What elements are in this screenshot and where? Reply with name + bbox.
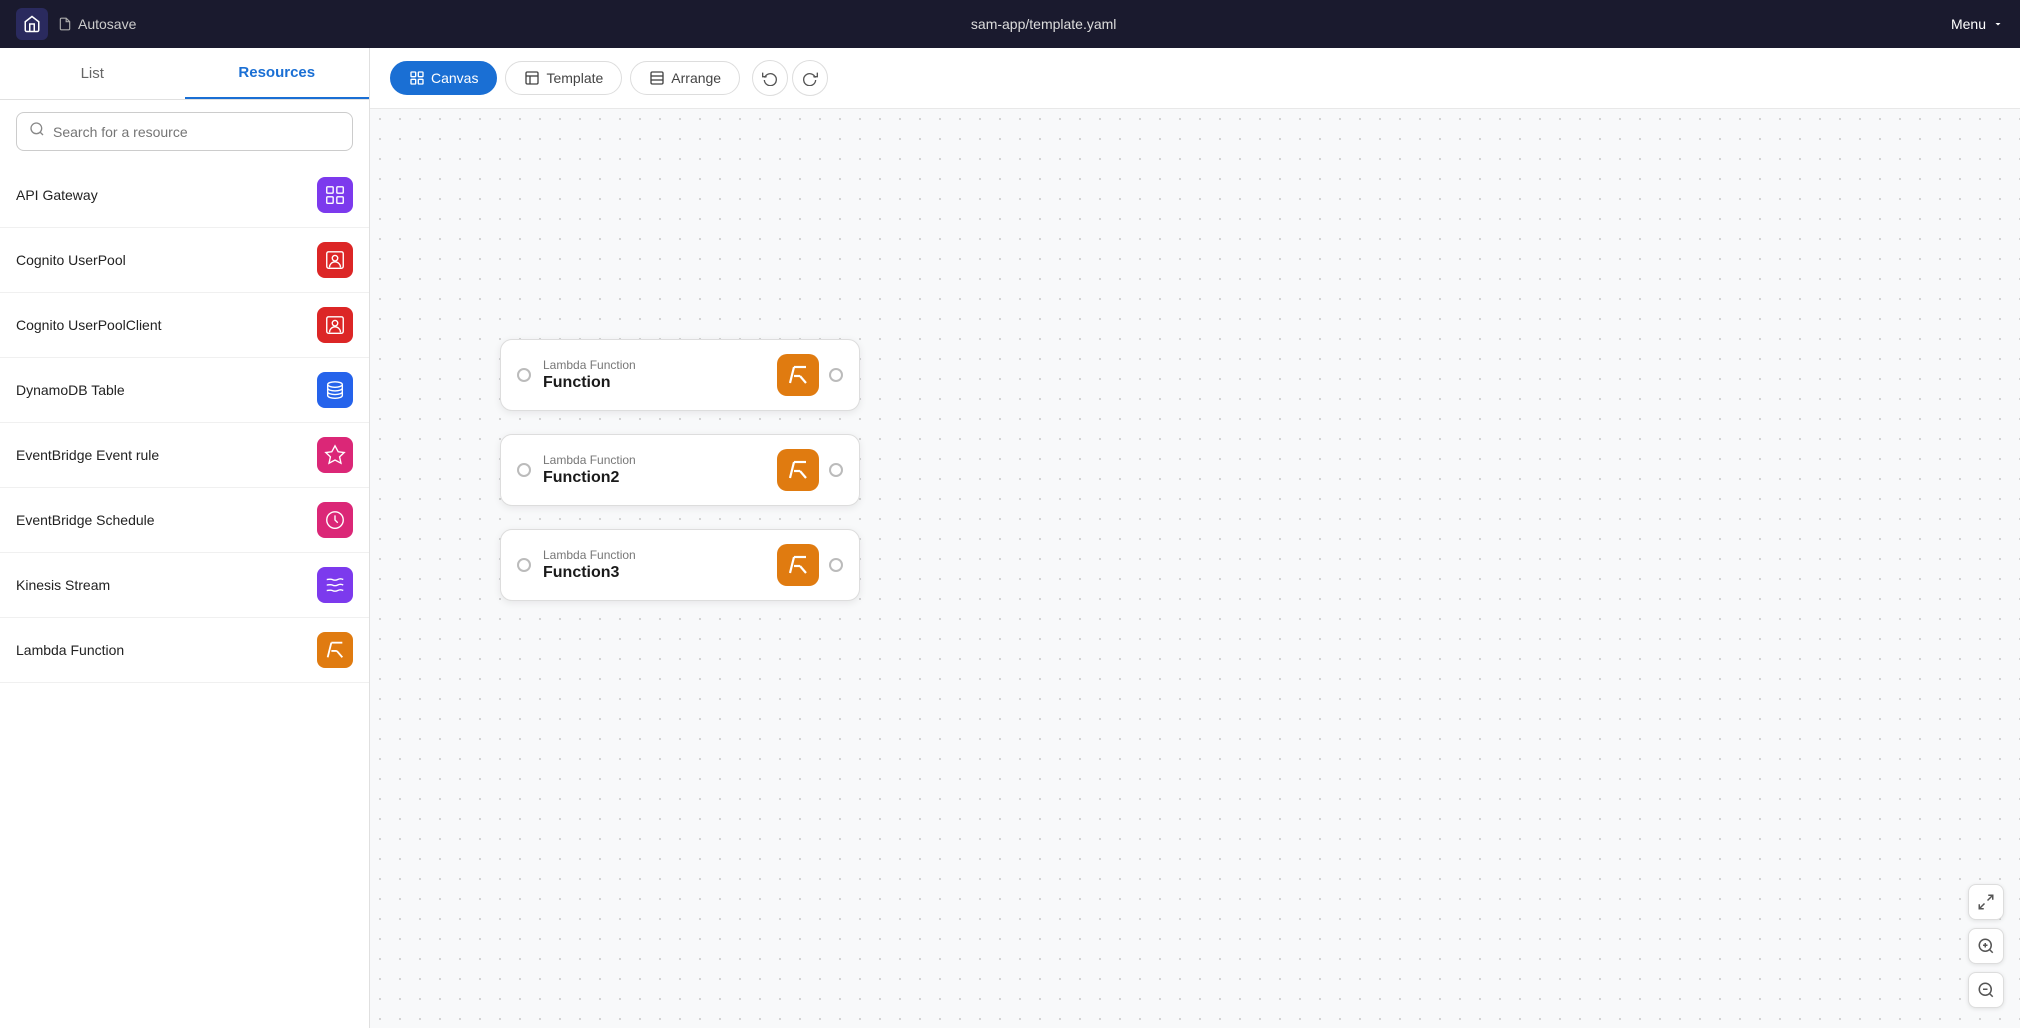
toolbar: Canvas Template Arrange: [370, 48, 2020, 109]
lambda-icon: [317, 632, 353, 668]
undo-redo-group: [752, 60, 828, 96]
canvas-area: Canvas Template Arrange: [370, 48, 2020, 1028]
node-type-label: Lambda Function: [543, 548, 636, 562]
lambda-node-icon: [777, 354, 819, 396]
lambda-node-function3[interactable]: Lambda Function Function3: [500, 529, 860, 601]
kinesis-icon: [317, 567, 353, 603]
template-tab[interactable]: Template: [505, 61, 622, 95]
node-type-label: Lambda Function: [543, 358, 636, 372]
node-connector-right: [829, 368, 843, 382]
list-item[interactable]: Cognito UserPool: [0, 228, 369, 293]
node-name-label: Function2: [543, 469, 636, 487]
node-connector-right: [829, 558, 843, 572]
redo-button[interactable]: [792, 60, 828, 96]
topbar: Autosave sam-app/template.yaml Menu: [0, 0, 2020, 48]
node-name-label: Function3: [543, 564, 636, 582]
node-connector-left: [517, 463, 531, 477]
node-type-label: Lambda Function: [543, 453, 636, 467]
list-item[interactable]: Lambda Function: [0, 618, 369, 683]
zoom-in-button[interactable]: [1968, 928, 2004, 964]
lambda-node-icon: [777, 544, 819, 586]
zoom-out-button[interactable]: [1968, 972, 2004, 1008]
sidebar: List Resources API Gateway: [0, 48, 370, 1028]
eventbridge-schedule-icon: [317, 502, 353, 538]
fit-screen-button[interactable]: [1968, 884, 2004, 920]
node-connector-left: [517, 368, 531, 382]
list-item[interactable]: EventBridge Event rule: [0, 423, 369, 488]
cognito-userpoolclient-icon: [317, 307, 353, 343]
node-connector-left: [517, 558, 531, 572]
undo-button[interactable]: [752, 60, 788, 96]
resource-list: API Gateway Cognito UserPool: [0, 163, 369, 1028]
list-item[interactable]: Cognito UserPoolClient: [0, 293, 369, 358]
list-item[interactable]: EventBridge Schedule: [0, 488, 369, 553]
lambda-node-function[interactable]: Lambda Function Function: [500, 339, 860, 411]
search-icon: [29, 121, 45, 142]
search-input[interactable]: [53, 124, 340, 140]
list-item[interactable]: Kinesis Stream: [0, 553, 369, 618]
api-gateway-icon: [317, 177, 353, 213]
canvas-tab[interactable]: Canvas: [390, 61, 497, 95]
file-name: sam-app/template.yaml: [971, 16, 1117, 32]
home-button[interactable]: [16, 8, 48, 40]
node-name-label: Function: [543, 374, 636, 392]
lambda-node-icon: [777, 449, 819, 491]
zoom-controls: [1968, 884, 2004, 1008]
tab-resources[interactable]: Resources: [185, 48, 370, 99]
lambda-node-function2[interactable]: Lambda Function Function2: [500, 434, 860, 506]
dynamodb-icon: [317, 372, 353, 408]
autosave-button[interactable]: Autosave: [58, 16, 136, 32]
search-wrapper: [0, 100, 369, 163]
topbar-left: Autosave: [16, 8, 136, 40]
menu-button[interactable]: Menu: [1951, 16, 2004, 32]
search-box: [16, 112, 353, 151]
cognito-userpool-icon: [317, 242, 353, 278]
arrange-tab[interactable]: Arrange: [630, 61, 740, 95]
canvas-content[interactable]: Lambda Function Function: [370, 109, 2020, 1028]
list-item[interactable]: API Gateway: [0, 163, 369, 228]
main-layout: List Resources API Gateway: [0, 48, 2020, 1028]
tab-list[interactable]: List: [0, 48, 185, 99]
node-connector-right: [829, 463, 843, 477]
list-item[interactable]: DynamoDB Table: [0, 358, 369, 423]
eventbridge-event-icon: [317, 437, 353, 473]
sidebar-tabs: List Resources: [0, 48, 369, 100]
